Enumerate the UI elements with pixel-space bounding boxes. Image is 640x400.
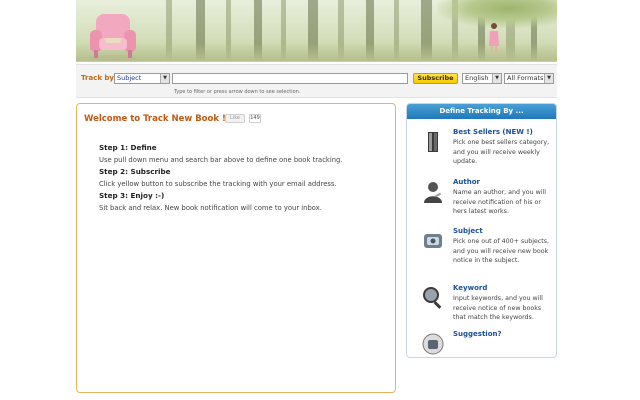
page-title: Welcome to Track New Book ! [84,114,226,124]
language-select[interactable]: English ▼ [462,73,502,84]
welcome-panel: Welcome to Track New Book ! Like 149 Ste… [76,103,396,393]
step-heading: Step 3: Enjoy :-) [99,191,165,200]
step-text: Click yellow button to subscribe the tra… [99,180,337,188]
like-button[interactable]: Like [225,114,245,123]
search-bar: Track by Subject ▼ Subscribe English ▼ A… [76,64,557,98]
tracking-option-desc: Name an author, and you will receive not… [453,189,547,215]
track-by-label: Track by [81,74,114,82]
tracking-option-title[interactable]: Author [453,178,480,186]
tracking-option-desc: Pick one out of 400+ subjects, and you w… [453,238,550,264]
tracking-option-title[interactable]: Best Sellers (NEW !) [453,128,533,136]
chevron-down-icon: ▼ [544,74,553,83]
like-count: 149 [249,114,261,123]
author-icon [424,182,442,203]
forest-floor [76,43,557,61]
book-stack-icon [428,132,438,152]
step-text: Use pull down menu and search bar above … [99,156,343,164]
header-banner [76,0,557,62]
chevron-down-icon: ▼ [160,74,169,83]
armchair-illustration [89,14,137,61]
like-label: Like [230,115,240,121]
track-by-select[interactable]: Subject ▼ [114,73,170,84]
steps-list: Step 1: Define Use pull down menu and se… [99,142,389,214]
step-text: Sit back and relax. New book notificatio… [99,204,322,212]
tracking-option-title[interactable]: Suggestion? [453,330,502,338]
format-value: All Formats [507,74,544,82]
tracking-option-title[interactable]: Subject [453,227,483,235]
step-heading: Step 2: Subscribe [99,167,171,176]
tracking-option-title[interactable]: Keyword [453,284,487,292]
magnifier-icon [423,287,442,309]
suggestion-icon [422,333,444,355]
search-hint: Type to filter or press arrow down to se… [174,89,301,95]
tracking-option-desc: Input keywords, and you will receive not… [453,295,543,321]
side-panel-title: Define Tracking By ... [407,104,556,119]
tracking-option-desc: Pick one best sellers category, and you … [453,139,550,165]
language-value: English [465,74,489,82]
step-heading: Step 1: Define [99,143,157,152]
format-select[interactable]: All Formats ▼ [504,73,554,84]
search-input[interactable] [172,73,408,84]
girl-illustration [489,23,499,53]
define-tracking-panel: Define Tracking By ... Best Sellers (NEW… [406,103,557,358]
subscribe-button[interactable]: Subscribe [413,73,458,84]
track-by-value: Subject [117,74,142,82]
chevron-down-icon: ▼ [492,74,501,83]
subject-icon [424,234,442,248]
